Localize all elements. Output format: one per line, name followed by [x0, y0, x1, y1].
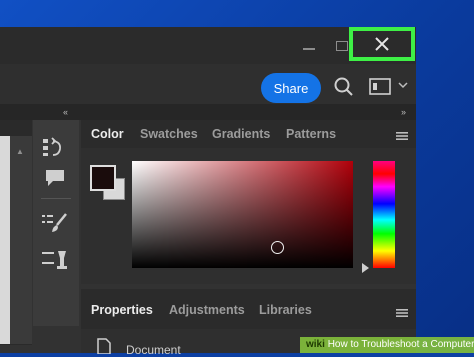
- color-field[interactable]: [132, 161, 353, 268]
- tab-swatches[interactable]: Swatches: [140, 127, 198, 141]
- workspace-icon[interactable]: [369, 78, 391, 96]
- panel-menu-icon[interactable]: [396, 131, 408, 141]
- hue-slider-marker[interactable]: [362, 263, 369, 273]
- tab-properties[interactable]: Properties: [91, 303, 153, 317]
- watermark-brand: wiki: [306, 339, 325, 350]
- document-label: Document: [126, 343, 181, 357]
- divider: [41, 198, 71, 199]
- tab-gradients[interactable]: Gradients: [212, 127, 270, 141]
- search-icon[interactable]: [333, 76, 355, 98]
- tab-patterns[interactable]: Patterns: [286, 127, 336, 141]
- watermark: wiki How to Troubleshoot a Computer: [300, 337, 474, 353]
- clone-source-icon[interactable]: [41, 248, 69, 272]
- hue-slider[interactable]: [373, 161, 395, 268]
- minimize-button[interactable]: [296, 27, 322, 64]
- canvas[interactable]: [0, 136, 10, 344]
- history-icon[interactable]: [41, 136, 67, 158]
- document-icon: [97, 338, 111, 354]
- tab-color[interactable]: Color: [91, 127, 124, 141]
- close-icon: [375, 37, 389, 51]
- minimize-icon: [303, 47, 315, 50]
- panel-collapse-strip: ‹‹ ››: [0, 104, 416, 120]
- watermark-text: How to Troubleshoot a Computer: [327, 339, 474, 350]
- color-picker-cursor[interactable]: [271, 241, 284, 254]
- properties-menu-icon[interactable]: [396, 308, 408, 318]
- foreground-color-swatch[interactable]: [90, 165, 116, 191]
- close-button[interactable]: [349, 27, 415, 61]
- expand-right-icon[interactable]: ››: [401, 104, 406, 120]
- tab-adjustments[interactable]: Adjustments: [169, 303, 245, 317]
- maximize-icon: [336, 40, 348, 51]
- share-button[interactable]: Share: [261, 73, 321, 103]
- vertical-scrollbar[interactable]: [10, 136, 32, 344]
- collapse-left-icon[interactable]: ‹‹: [63, 104, 68, 120]
- brush-settings-icon[interactable]: [41, 212, 69, 234]
- scroll-up-icon[interactable]: ▲: [16, 147, 24, 156]
- tab-libraries[interactable]: Libraries: [259, 303, 312, 317]
- chevron-down-icon[interactable]: [398, 81, 408, 89]
- comments-icon[interactable]: [44, 168, 66, 188]
